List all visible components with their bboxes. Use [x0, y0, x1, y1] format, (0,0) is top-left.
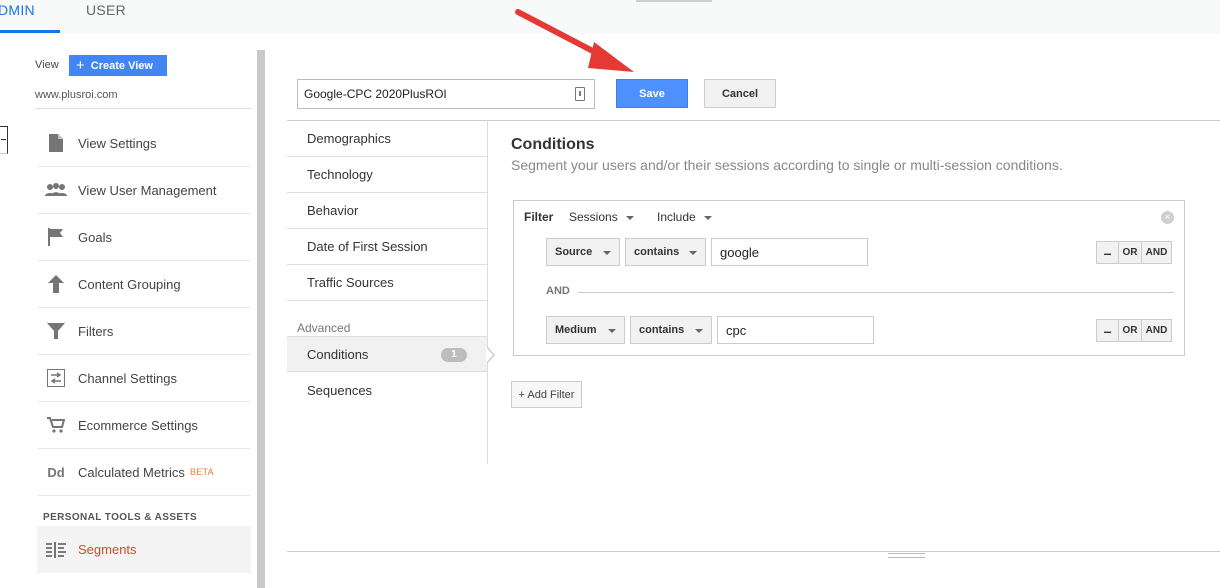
- tab-user[interactable]: USER: [86, 2, 126, 18]
- segment-name-input[interactable]: [297, 79, 595, 109]
- content-grouping-icon: [42, 275, 70, 293]
- filter-scope-value: Sessions: [569, 210, 618, 224]
- cancel-button[interactable]: Cancel: [704, 79, 776, 108]
- conditions-title: Conditions: [511, 136, 595, 153]
- dimension-value: Source: [555, 246, 593, 258]
- divider: [578, 292, 1174, 293]
- divider: [487, 120, 488, 464]
- cart-icon: [42, 417, 70, 433]
- sidebar-item-filters[interactable]: Filters: [37, 308, 251, 355]
- chevron-down-icon: [703, 215, 712, 220]
- condition-value-input[interactable]: cpc: [717, 316, 874, 344]
- sidebar-item-view-user-management[interactable]: View User Management: [37, 167, 251, 214]
- sidebar-item-label: Filters: [78, 323, 114, 339]
- and-button[interactable]: AND: [1142, 319, 1172, 342]
- operator-select[interactable]: contains: [630, 316, 712, 344]
- sidebar-item-label: Ecommerce Settings: [78, 417, 198, 433]
- sidebar-item-label: Calculated Metrics: [78, 464, 185, 480]
- plus-icon: +: [76, 57, 85, 74]
- divider: [35, 108, 251, 109]
- collapse-handle[interactable]: [0, 126, 8, 154]
- row-button-group: – OR AND: [1096, 241, 1172, 264]
- row-button-group: – OR AND: [1096, 319, 1172, 342]
- top-grab-handle[interactable]: [636, 0, 712, 2]
- sidebar-item-label: Channel Settings: [78, 370, 178, 386]
- or-button[interactable]: OR: [1119, 241, 1142, 264]
- sidebar-item-goals[interactable]: Goals: [37, 214, 251, 261]
- divider: [287, 551, 1220, 552]
- sidebar-item-channel-settings[interactable]: Channel Settings: [37, 355, 251, 402]
- resize-grip[interactable]: [888, 553, 925, 558]
- funnel-icon: [42, 323, 70, 339]
- section-heading: PERSONAL TOOLS & ASSETS: [43, 512, 198, 523]
- filter-mode-value: Include: [657, 210, 696, 224]
- category-technology[interactable]: Technology: [287, 157, 487, 193]
- view-label: View: [35, 59, 59, 71]
- dimension-select[interactable]: Medium: [546, 316, 625, 344]
- operator-value: contains: [639, 324, 685, 336]
- channel-settings-icon: [42, 369, 70, 387]
- sidebar-scrollbar[interactable]: [257, 50, 265, 588]
- chevron-down-icon: [625, 215, 634, 220]
- arrow-annotation-icon: [515, 9, 634, 72]
- remove-row-button[interactable]: –: [1096, 241, 1119, 264]
- remove-row-button[interactable]: –: [1096, 319, 1119, 342]
- chevron-down-icon: [695, 329, 703, 333]
- chevron-down-icon: [603, 251, 611, 255]
- dimension-select[interactable]: Source: [546, 238, 620, 266]
- active-pointer: [486, 346, 495, 364]
- category-traffic-sources[interactable]: Traffic Sources: [287, 265, 487, 301]
- category-date-of-first-session[interactable]: Date of First Session: [287, 229, 487, 265]
- remove-filter-icon[interactable]: ×: [1161, 211, 1174, 224]
- filter-mode-dropdown[interactable]: Include: [657, 210, 712, 224]
- and-button[interactable]: AND: [1142, 241, 1172, 264]
- dd-icon: Dd: [47, 464, 65, 480]
- advanced-heading: Advanced: [297, 321, 351, 335]
- flag-icon: [42, 228, 70, 246]
- tab-admin[interactable]: DMIN: [0, 2, 35, 18]
- filter-box: Filter Sessions Include × Source contain…: [513, 200, 1185, 356]
- sidebar-item-label: View Settings: [78, 135, 157, 151]
- sidebar-item-segments[interactable]: Segments: [37, 526, 251, 573]
- sidebar-item-calculated-metrics[interactable]: Dd Calculated Metrics BETA: [37, 449, 251, 496]
- keyboard-icon[interactable]: [575, 87, 585, 101]
- operator-value: contains: [634, 246, 680, 258]
- sidebar-item-label: View User Management: [78, 182, 217, 198]
- filter-label: Filter: [524, 210, 554, 224]
- sidebar-item-ecommerce-settings[interactable]: Ecommerce Settings: [37, 402, 251, 449]
- segments-icon: [42, 541, 70, 558]
- operator-select[interactable]: contains: [625, 238, 706, 266]
- create-view-label: Create View: [90, 59, 153, 72]
- sidebar-item-label: Goals: [78, 229, 112, 245]
- category-behavior[interactable]: Behavior: [287, 193, 487, 229]
- and-separator-label: AND: [546, 285, 570, 297]
- filter-scope-dropdown[interactable]: Sessions: [569, 210, 634, 224]
- sidebar-item-label: Segments: [78, 542, 137, 557]
- category-conditions-label: Conditions: [307, 346, 369, 362]
- tab-admin-underline: [0, 30, 60, 33]
- document-icon: [42, 134, 70, 152]
- category-sequences[interactable]: Sequences: [287, 372, 487, 408]
- chevron-down-icon: [689, 251, 697, 255]
- sidebar-item-label: Content Grouping: [78, 276, 181, 292]
- sidebar-item-content-grouping[interactable]: Content Grouping: [37, 261, 251, 308]
- users-icon: [42, 183, 70, 197]
- create-view-button[interactable]: + Create View: [69, 55, 167, 76]
- add-filter-button[interactable]: + Add Filter: [511, 381, 582, 408]
- beta-badge: BETA: [189, 467, 214, 477]
- conditions-count-badge: 1: [441, 348, 467, 362]
- conditions-subtitle: Segment your users and/or their sessions…: [511, 157, 1063, 173]
- category-demographics[interactable]: Demographics: [287, 121, 487, 157]
- condition-value-input[interactable]: google: [711, 238, 868, 266]
- save-button[interactable]: Save: [616, 79, 688, 108]
- or-button[interactable]: OR: [1119, 319, 1142, 342]
- site-url: www.plusroi.com: [35, 89, 118, 101]
- category-conditions[interactable]: Conditions 1: [287, 336, 487, 372]
- chevron-down-icon: [608, 329, 616, 333]
- sidebar-item-view-settings[interactable]: View Settings: [37, 120, 251, 167]
- dimension-value: Medium: [555, 324, 597, 336]
